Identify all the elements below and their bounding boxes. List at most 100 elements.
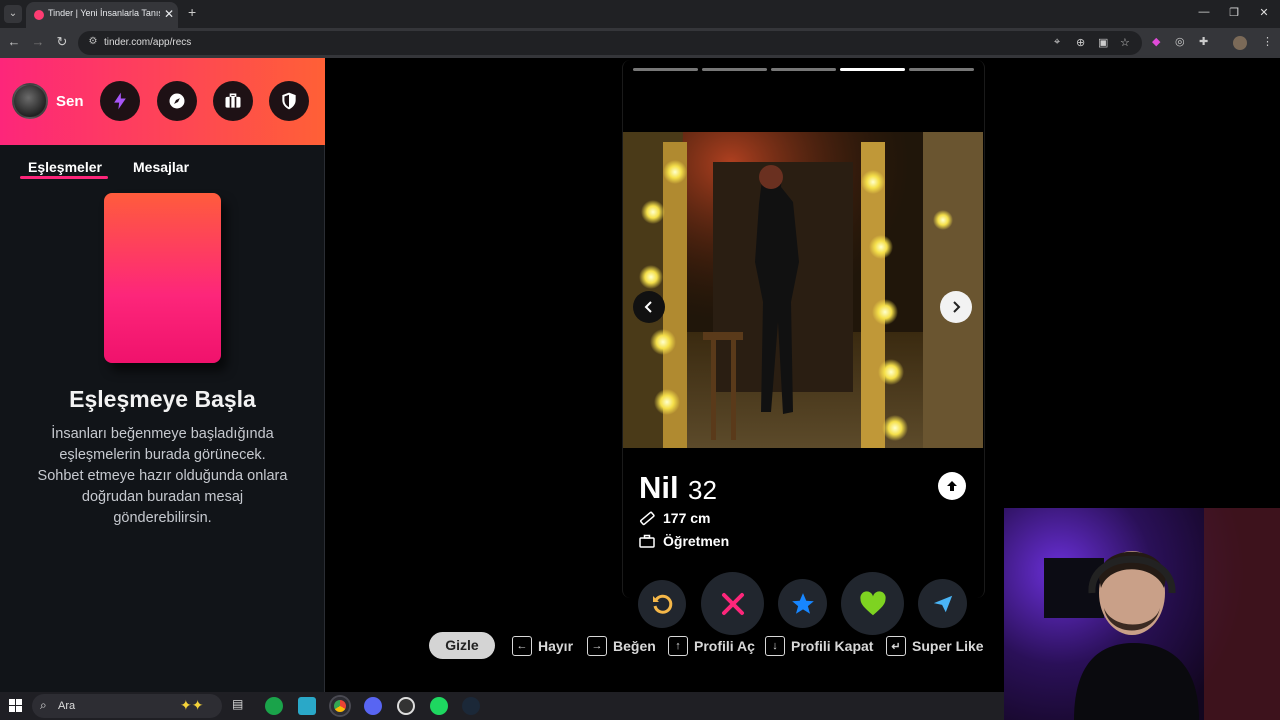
shortcut-label: Profili Aç — [694, 638, 755, 654]
nope-button[interactable] — [701, 572, 764, 635]
forward-button[interactable]: → — [29, 34, 47, 49]
shortcut-label: Beğen — [613, 638, 656, 654]
extension-2-icon[interactable]: ◎ — [1175, 35, 1185, 48]
browser-toolbar: ← → ↻ ⚙ tinder.com/app/recs ⌖ ⊕ ▣ ☆ ◆ ◎ … — [0, 28, 1280, 58]
webcam-overlay — [1004, 508, 1280, 720]
open-profile-button[interactable] — [938, 472, 966, 500]
browser-tab-strip: ⌄ Tinder | Yeni İnsanlarla Tanış, Bu ✕ +… — [0, 0, 1280, 28]
enter-key-icon: ↵ — [886, 636, 906, 656]
briefcase-icon — [225, 93, 241, 108]
tab-search-button[interactable]: ⌄ — [4, 5, 22, 23]
sidebar: Sen Eşleşmeler Mesajlar Eşleşmeye Başla … — [0, 58, 325, 692]
empty-state-title: Eşleşmeye Başla — [69, 386, 256, 412]
new-tab-button[interactable]: + — [188, 4, 196, 20]
chevron-right-icon — [953, 301, 961, 313]
shortcut-label: Hayır — [538, 638, 574, 654]
zoom-icon[interactable]: ⊕ — [1076, 36, 1085, 49]
profile-job: Öğretmen — [663, 533, 730, 549]
search-icon: ⌕ — [40, 698, 47, 712]
active-tab-indicator — [20, 176, 108, 179]
arrow-up-key-icon: ↑ — [668, 636, 688, 656]
discord-icon[interactable] — [364, 697, 382, 715]
boost-button[interactable] — [100, 81, 140, 121]
extension-icon[interactable]: ◆ — [1152, 35, 1160, 48]
photo-indicator[interactable] — [909, 68, 974, 71]
shortcut-nope: ← Hayır — [512, 635, 573, 657]
ruler-icon — [640, 511, 655, 526]
profile-photo[interactable] — [623, 132, 983, 448]
profile-name[interactable]: Sen — [56, 93, 84, 110]
app-icon[interactable] — [298, 697, 316, 715]
windows-start-icon[interactable] — [9, 699, 23, 713]
sidebar-header: Sen — [0, 58, 325, 145]
reload-button[interactable]: ↻ — [53, 34, 71, 50]
back-button[interactable]: ← — [5, 34, 23, 49]
hide-shortcuts-button[interactable]: Gizle — [429, 632, 495, 659]
shield-icon — [282, 92, 296, 110]
menu-kebab-icon[interactable]: ⋮ — [1262, 35, 1273, 48]
site-info-icon[interactable]: ⚙ — [86, 36, 100, 50]
rewind-icon — [653, 594, 673, 614]
like-button[interactable] — [841, 572, 904, 635]
photo-indicator-active[interactable] — [840, 68, 905, 71]
task-view-icon[interactable]: ▤ — [232, 697, 250, 715]
super-like-button[interactable] — [778, 579, 827, 628]
work-mode-button[interactable] — [213, 81, 253, 121]
next-photo-button[interactable] — [940, 291, 972, 323]
extensions-puzzle-icon[interactable]: ✚ — [1199, 35, 1208, 48]
location-icon[interactable]: ⌖ — [1054, 36, 1060, 49]
app-icon[interactable] — [397, 697, 415, 715]
explore-button[interactable] — [157, 81, 197, 121]
shortcut-label: Profili Kapat — [791, 638, 874, 654]
chevron-left-icon — [644, 301, 652, 313]
app-icon[interactable] — [265, 697, 283, 715]
arrow-up-icon — [947, 481, 957, 491]
restore-button[interactable]: ❐ — [1224, 6, 1244, 19]
photo-progress-bars — [633, 68, 974, 72]
rewind-button[interactable] — [638, 580, 686, 628]
taskbar-search-placeholder[interactable]: Ara — [58, 700, 75, 712]
previous-photo-button[interactable] — [633, 291, 665, 323]
cast-icon[interactable]: ▣ — [1098, 36, 1108, 49]
tinder-favicon-icon — [34, 10, 44, 20]
lightning-icon — [114, 92, 126, 110]
browser-tab[interactable]: Tinder | Yeni İnsanlarla Tanış, Bu ✕ — [26, 2, 178, 28]
tab-close-icon[interactable]: ✕ — [164, 7, 174, 21]
taskbar-search[interactable]: ⌕ Ara ✦✦ — [32, 694, 222, 718]
steam-icon[interactable] — [462, 697, 480, 715]
photo-indicator[interactable] — [702, 68, 767, 71]
arrow-down-key-icon: ↓ — [765, 636, 785, 656]
photo-indicator[interactable] — [633, 68, 698, 71]
star-icon — [791, 592, 814, 614]
tab-matches[interactable]: Eşleşmeler — [28, 159, 102, 175]
photo-indicator[interactable] — [771, 68, 836, 71]
close-x-icon — [721, 592, 744, 615]
paper-plane-icon — [933, 595, 952, 612]
empty-state-description: İnsanları beğenmeye başladığında eşleşme… — [37, 426, 288, 526]
tab-messages[interactable]: Mesajlar — [133, 159, 189, 175]
safety-button[interactable] — [269, 81, 309, 121]
shortcut-close-profile: ↓ Profili Kapat — [765, 635, 873, 657]
profile-height: 177 cm — [663, 510, 711, 526]
compass-icon — [169, 93, 185, 109]
profile-name: Nil — [639, 470, 679, 505]
spotify-icon[interactable] — [430, 697, 448, 715]
address-bar[interactable]: ⚙ tinder.com/app/recs ⌖ ⊕ ▣ ☆ — [78, 31, 1142, 55]
chrome-icon[interactable] — [331, 697, 349, 715]
os-taskbar: ⌕ Ara ✦✦ ▤ — [0, 692, 1004, 720]
bookmark-star-icon[interactable]: ☆ — [1120, 36, 1130, 49]
empty-matches-card — [104, 193, 221, 363]
shortcut-like: → Beğen — [587, 635, 656, 657]
webcam-image — [1044, 508, 1280, 720]
arrow-right-key-icon: → — [587, 636, 607, 656]
shortcut-label: Super Like — [912, 638, 984, 654]
url-text[interactable]: tinder.com/app/recs — [104, 37, 191, 48]
close-window-button[interactable]: ✕ — [1254, 6, 1274, 19]
send-boost-button[interactable] — [918, 579, 967, 628]
profile-photo-image — [623, 132, 983, 448]
shortcut-open-profile: ↑ Profili Aç — [668, 635, 755, 657]
profile-avatar-icon[interactable] — [1233, 36, 1247, 50]
minimize-button[interactable]: — — [1194, 6, 1214, 18]
briefcase-icon — [639, 534, 655, 548]
avatar[interactable] — [12, 83, 48, 119]
